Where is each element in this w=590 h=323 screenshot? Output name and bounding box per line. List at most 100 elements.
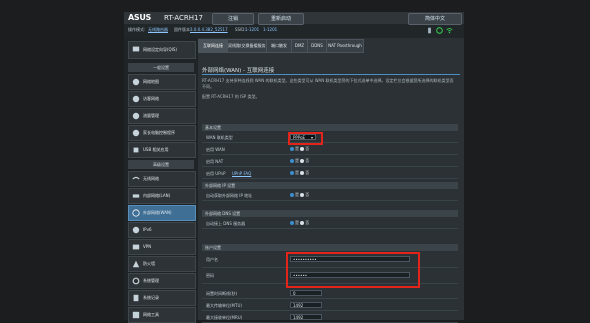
auto-dns-radios[interactable]: 是 否 xyxy=(290,220,309,226)
usb-icon[interactable] xyxy=(426,27,433,34)
row-wan-type: WAN 联机类型 PPPoE ▾ xyxy=(202,132,458,143)
tab-port-trigger[interactable]: 端口触发 xyxy=(266,39,292,53)
lan-icon xyxy=(132,194,140,198)
radio-yes[interactable] xyxy=(290,221,294,225)
op-mode-link[interactable]: 无线路由器 xyxy=(148,27,168,33)
yes-label: 是 xyxy=(295,220,299,225)
sidebar-item-label: USB 相关应用 xyxy=(143,147,169,152)
enable-wan-radios[interactable]: 是 否 xyxy=(290,146,309,152)
network-status-icon[interactable] xyxy=(436,27,443,34)
sidebar-item-wan[interactable]: 外部网络(WAN) xyxy=(128,205,196,221)
wizard-icon xyxy=(132,46,140,52)
radio-no[interactable] xyxy=(300,147,305,151)
enable-nat-radios[interactable]: 是 否 xyxy=(290,158,309,164)
password-label: 密码 xyxy=(206,273,214,278)
firmware-link[interactable]: 3.0.0.4.382_52517 xyxy=(190,27,228,32)
title-divider xyxy=(202,74,460,75)
wifi-status-icon[interactable] xyxy=(446,27,453,34)
description-line-2: 配置 RT-ACRH17 的 ISP 类型。 xyxy=(202,94,260,99)
mtu-input[interactable]: 1492 xyxy=(290,302,322,308)
row-mtu: 最大传输单位(MTU) 1492 xyxy=(202,300,458,311)
traffic-icon xyxy=(132,112,140,120)
wireless-icon xyxy=(132,176,140,180)
no-label: 否 xyxy=(305,192,310,197)
yes-label: 是 xyxy=(295,170,299,175)
radio-no[interactable] xyxy=(300,221,305,225)
idle-label: 闲置时间断线(秒) xyxy=(206,291,238,296)
upnp-faq-link[interactable]: UPnP FAQ xyxy=(232,171,251,176)
highlight-account xyxy=(286,252,420,288)
admin-gear-icon xyxy=(132,277,140,285)
sidebar-item-usb[interactable]: USB 相关应用 xyxy=(128,142,196,158)
op-mode-label: 操作模式: xyxy=(128,27,146,32)
tab-ddns[interactable]: DDNS xyxy=(307,39,327,53)
tab-nat-passthrough[interactable]: NAT Passthrough xyxy=(326,39,364,53)
section-wan-dns: 外部网络 DNS 设置 xyxy=(202,210,458,217)
status-bar: 操作模式: 无线路由器 固件版本: 3.0.0.4.382_52517 SSID… xyxy=(124,26,464,36)
section-account: 账户设置 xyxy=(202,244,458,251)
sidebar-item-label: 无线网络 xyxy=(143,176,159,181)
mru-input[interactable]: 1492 xyxy=(290,314,322,320)
auto-ip-label: 自动获取外部网络 IP 地址 xyxy=(206,193,253,198)
sidebar-item-label: 网络地图 xyxy=(143,79,159,84)
sidebar-item-label: 访客网络 xyxy=(143,96,159,101)
tab-dmz[interactable]: DMZ xyxy=(291,39,308,53)
radio-no[interactable] xyxy=(300,159,305,163)
enable-wan-label: 启用 WAN xyxy=(206,147,225,152)
usb-app-icon xyxy=(133,147,139,153)
ssid-value-2[interactable]: 1-1201 xyxy=(263,27,277,32)
auto-ip-radios[interactable]: 是 否 xyxy=(290,192,309,198)
sidebar-item-lan[interactable]: 内部网络(LAN) xyxy=(128,188,196,204)
sidebar-item-guest-network[interactable]: 访客网络 xyxy=(128,91,196,107)
page-title: 外部网络(WAN) - 互联网连接 xyxy=(202,68,275,74)
sidebar-item-label: 流量管理 xyxy=(143,113,159,118)
radio-no[interactable] xyxy=(300,171,305,175)
sidebar-item-ipv6[interactable]: IPv6 xyxy=(128,222,196,238)
radio-yes[interactable] xyxy=(290,193,294,197)
guest-network-icon xyxy=(132,95,140,103)
sidebar-item-admin[interactable]: 系统管理 xyxy=(128,273,196,289)
firmware-label: 固件版本: xyxy=(174,27,192,32)
asus-logo: ASUS xyxy=(128,13,152,22)
tab-dual-wan[interactable]: 双线路(交换备援服务) xyxy=(227,39,267,53)
sidebar-item-syslog[interactable]: 系统记录 xyxy=(128,290,196,306)
reboot-button[interactable]: 重新启动 xyxy=(258,13,304,25)
network-map-icon xyxy=(132,78,140,86)
sidebar-item-vpn[interactable]: VPN xyxy=(128,239,196,255)
sidebar-item-label: VPN xyxy=(143,244,152,249)
sidebar-item-parental[interactable]: 家长电脑控制程序 xyxy=(128,125,196,141)
router-admin-window: ASUS RT-ACRH17 注销 重新启动 简体中文 操作模式: 无线路由器 … xyxy=(124,12,464,323)
sidebar-item-wireless[interactable]: 无线网络 xyxy=(128,171,196,187)
sidebar-item-label: 外部网络(WAN) xyxy=(143,210,172,215)
radio-no[interactable] xyxy=(300,193,305,197)
radio-yes[interactable] xyxy=(290,171,294,175)
sidebar-item-firewall[interactable]: 防火墙 xyxy=(128,256,196,272)
logout-button[interactable]: 注销 xyxy=(212,13,254,25)
tab-internet[interactable]: 互联网连接 xyxy=(198,39,228,53)
enable-upnp-radios[interactable]: 是 否 xyxy=(290,170,309,176)
yes-label: 是 xyxy=(295,146,299,151)
radio-yes[interactable] xyxy=(290,159,294,163)
sidebar-item-traffic[interactable]: 流量管理 xyxy=(128,108,196,124)
section-wan-ip: 外部网络 IP 设置 xyxy=(202,182,458,189)
sidebar-item-label: 网络工具 xyxy=(143,312,159,317)
sidebar-item-qis[interactable]: 网络设定向导(QIS) xyxy=(128,41,196,59)
ipv6-icon xyxy=(132,226,140,234)
syslog-icon xyxy=(133,294,139,302)
ssid-value-1[interactable]: 1-1201 xyxy=(245,27,259,32)
sidebar-item-network-map[interactable]: 网络地图 xyxy=(128,74,196,90)
section-basic: 基本设置 xyxy=(202,124,458,131)
no-label: 否 xyxy=(305,220,310,225)
auto-dns-label: 自动接上 DNS 服务器 xyxy=(206,221,246,226)
network-tools-icon xyxy=(132,311,140,319)
mru-label: 最大接收单位(MRU) xyxy=(206,315,243,320)
row-enable-wan: 启用 WAN 是 否 xyxy=(202,144,458,155)
language-select[interactable]: 简体中文 xyxy=(408,13,462,25)
sidebar-item-label: IPv6 xyxy=(143,227,152,232)
idle-input[interactable]: 0 xyxy=(290,290,322,296)
row-mru: 最大接收单位(MRU) 1492 xyxy=(202,312,458,323)
yes-label: 是 xyxy=(295,192,299,197)
radio-yes[interactable] xyxy=(290,147,294,151)
sidebar-item-tools[interactable]: 网络工具 xyxy=(128,307,196,323)
sidebar-item-label: 网络设定向导(QIS) xyxy=(143,47,177,52)
